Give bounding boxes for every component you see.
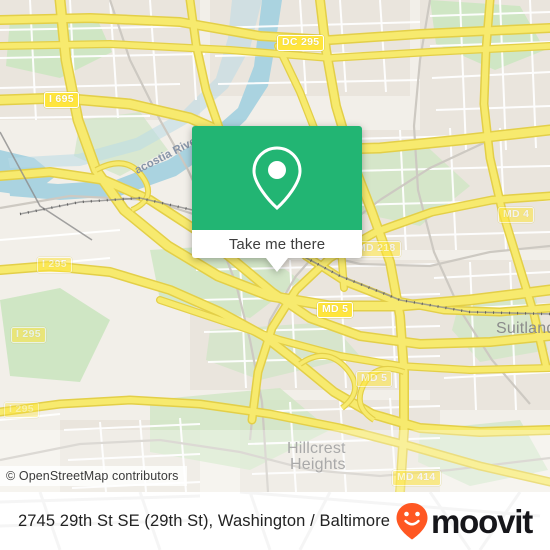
take-me-there-label: Take me there xyxy=(228,235,326,253)
highway-shield-i-295-mid: I 295 xyxy=(11,327,46,343)
highway-shield-dc-295: DC 295 xyxy=(277,35,325,51)
place-label-suitland: Suitland xyxy=(496,320,550,337)
footer-bar: 2745 29th St SE (29th St), Washington / … xyxy=(0,492,550,550)
moovit-logo[interactable]: moovit xyxy=(395,501,533,541)
map-attribution[interactable]: © OpenStreetMap contributors xyxy=(0,466,187,486)
location-popup-card[interactable]: Take me there xyxy=(192,126,362,272)
highway-shield-md-5-north: MD 5 xyxy=(317,302,354,318)
popup-pointer-tail xyxy=(266,258,288,272)
highway-shield-i-295-north: I 295 xyxy=(37,257,72,273)
highway-shield-md-414: MD 414 xyxy=(392,470,441,486)
place-label-hillcrest: Hillcrest xyxy=(287,440,346,457)
highway-shield-i-695: I 695 xyxy=(44,92,79,108)
footer-address: 2745 29th St SE (29th St), Washington / … xyxy=(18,511,391,530)
popup-icon-area xyxy=(192,126,362,230)
moovit-wordmark: moovit xyxy=(431,502,533,540)
moovit-map-screen: acostia River Suitland Hillcrest Heights… xyxy=(0,0,550,550)
highway-shield-md-5-south: MD 5 xyxy=(356,371,393,387)
highway-shield-md-4: MD 4 xyxy=(498,207,535,223)
moovit-smiley-pin-icon xyxy=(396,503,428,540)
place-label-heights: Heights xyxy=(290,456,346,473)
highway-shield-i-295-south: I 295 xyxy=(4,402,39,418)
take-me-there-button[interactable]: Take me there xyxy=(192,230,362,272)
map-pin-icon xyxy=(252,146,302,211)
